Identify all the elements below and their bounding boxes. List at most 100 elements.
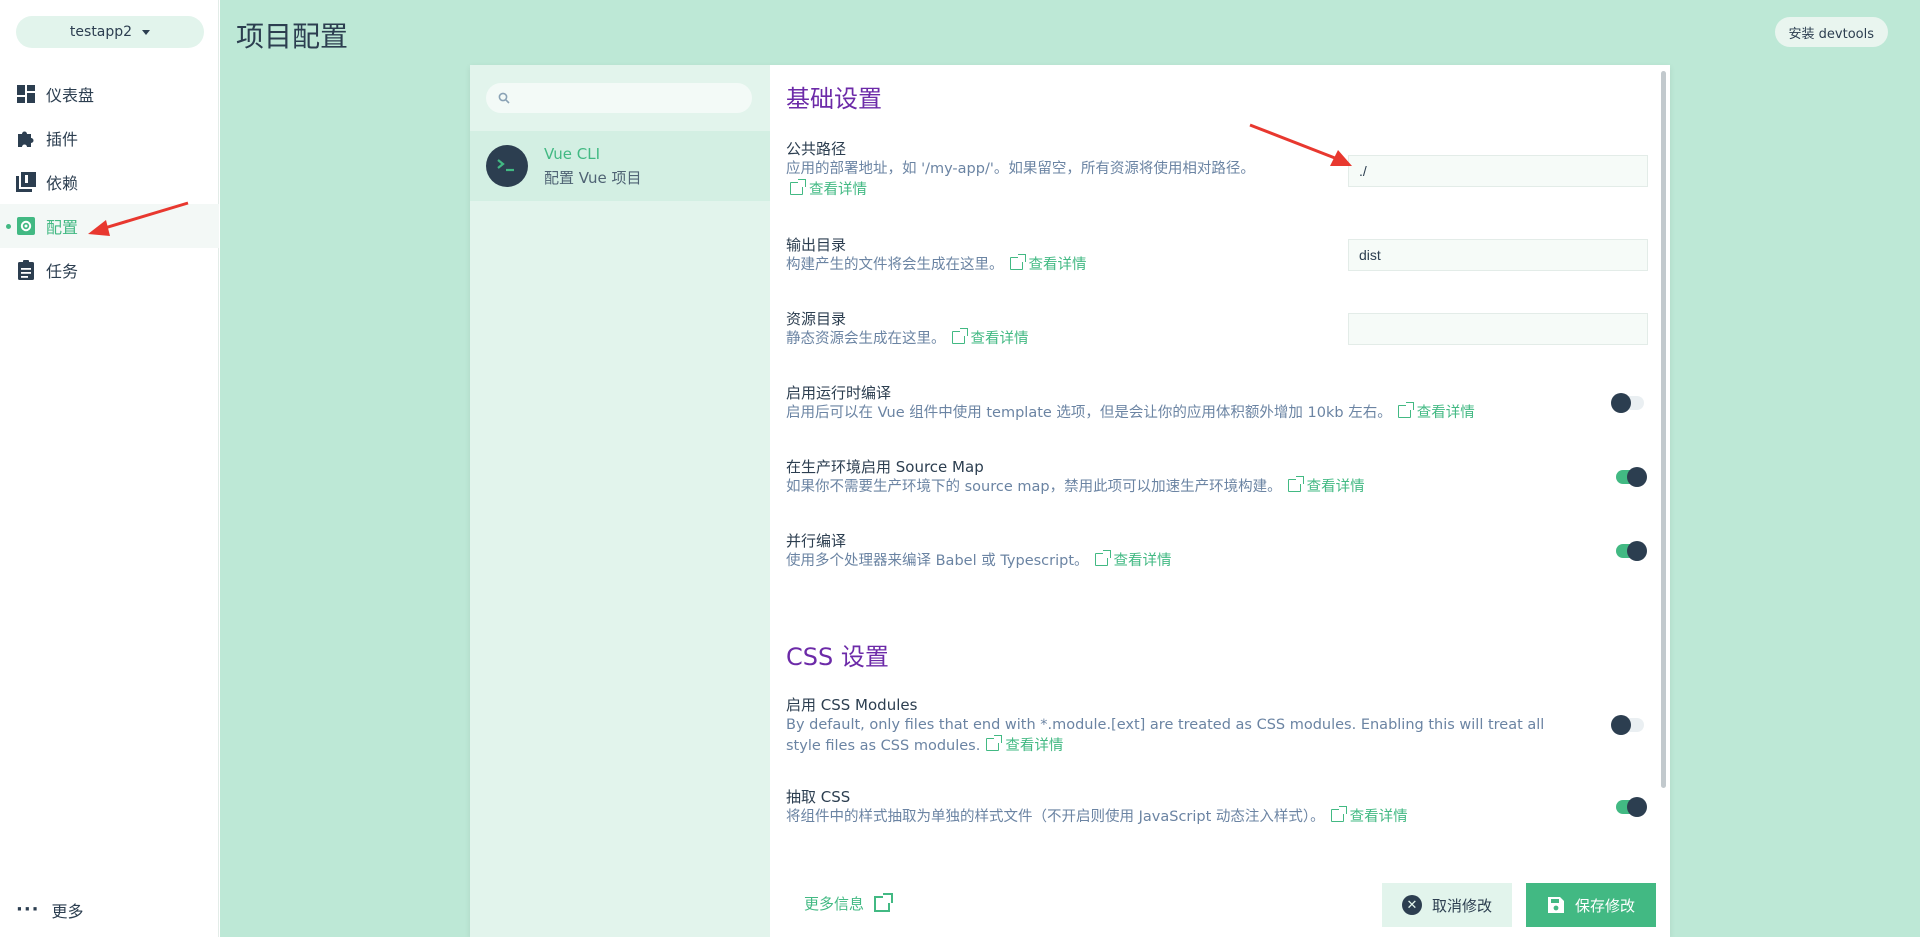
- external-link-icon: [790, 179, 806, 195]
- cancel-changes-button[interactable]: ✕ 取消修改: [1382, 883, 1512, 927]
- sidebar-item-label: 配置: [46, 218, 79, 237]
- plugin-item-vue-cli[interactable]: Vue CLI 配置 Vue 项目: [470, 131, 770, 201]
- row-label: 启用 CSS Modules: [786, 696, 918, 714]
- sidebar: testapp2 仪表盘 插件 依赖 配置 任务 ··· 更多: [0, 0, 219, 937]
- row-description: 启用后可以在 Vue 组件中使用 template 选项，但是会让你的应用体积额…: [786, 402, 1646, 424]
- more-label: 更多: [51, 902, 84, 921]
- config-footer: 更多信息 ✕ 取消修改 保存修改: [770, 867, 1670, 937]
- scrollbar[interactable]: [1661, 71, 1666, 788]
- source-map-toggle[interactable]: [1616, 467, 1647, 487]
- row-label: 在生产环境启用 Source Map: [786, 458, 984, 476]
- sidebar-item-label: 插件: [46, 130, 79, 149]
- link-label: 查看详情: [1306, 479, 1365, 495]
- row-description: 应用的部署地址，如 '/my-app/'。如果留空，所有资源将使用相对路径。查看…: [786, 159, 1316, 201]
- link-label: 查看详情: [1005, 738, 1064, 754]
- view-details-link[interactable]: 查看详情: [1330, 806, 1408, 825]
- install-devtools-button[interactable]: 安装 devtools: [1774, 17, 1888, 47]
- sidebar-item-configuration[interactable]: 配置: [0, 204, 219, 248]
- search-box: [486, 83, 752, 113]
- row-description-text: 使用多个处理器来编译 Babel 或 Typescript。: [786, 553, 1089, 569]
- sidebar-item-plugins[interactable]: 插件: [0, 116, 219, 160]
- toggle-knob: [1627, 541, 1647, 561]
- more-info-link[interactable]: 更多信息: [804, 892, 894, 914]
- save-changes-button[interactable]: 保存修改: [1526, 883, 1656, 927]
- toggle-knob: [1627, 467, 1647, 487]
- sidebar-item-tasks[interactable]: 任务: [0, 248, 219, 292]
- external-link-icon: [874, 892, 894, 912]
- plugin-description: 配置 Vue 项目: [544, 168, 642, 187]
- row-description-text: 静态资源会生成在这里。: [786, 331, 946, 347]
- row-description-text: 构建产生的文件将会生成在这里。: [786, 257, 1004, 273]
- row-description-text: 将组件中的样式抽取为单独的样式文件（不开启则使用 JavaScript 动态注入…: [786, 809, 1325, 825]
- external-link-icon: [1009, 254, 1026, 270]
- project-selector[interactable]: testapp2: [16, 16, 204, 48]
- search-input[interactable]: [516, 90, 736, 106]
- config-row-parallel: 并行编译 使用多个处理器来编译 Babel 或 Typescript。 查看详情: [786, 531, 1646, 572]
- active-indicator: [6, 224, 11, 229]
- save-label: 保存修改: [1574, 896, 1635, 915]
- css-modules-toggle[interactable]: [1611, 715, 1644, 735]
- toggle-knob: [1611, 715, 1631, 735]
- row-description-text: 如果你不需要生产环境下的 source map，禁用此项可以加速生产环境构建。: [786, 479, 1282, 495]
- external-link-icon: [1397, 402, 1414, 418]
- config-row-extract-css: 抽取 CSS 将组件中的样式抽取为单独的样式文件（不开启则使用 JavaScri…: [786, 787, 1646, 828]
- row-description: 使用多个处理器来编译 Babel 或 Typescript。 查看详情: [786, 550, 1646, 572]
- more-info-label: 更多信息: [804, 895, 865, 913]
- row-description: 将组件中的样式抽取为单独的样式文件（不开启则使用 JavaScript 动态注入…: [786, 806, 1646, 828]
- external-link-icon: [951, 328, 968, 344]
- config-row-runtime-compiler: 启用运行时编译 启用后可以在 Vue 组件中使用 template 选项，但是会…: [786, 383, 1646, 424]
- close-circle-icon: ✕: [1401, 895, 1422, 915]
- view-details-link[interactable]: 查看详情: [1287, 476, 1365, 495]
- view-details-link[interactable]: 查看详情: [1009, 254, 1087, 273]
- output-dir-input[interactable]: [1348, 239, 1648, 271]
- link-label: 查看详情: [970, 331, 1029, 347]
- sidebar-item-label: 仪表盘: [46, 86, 95, 105]
- row-description-text: 启用后可以在 Vue 组件中使用 template 选项，但是会让你的应用体积额…: [786, 405, 1392, 421]
- row-description-text: By default, only files that end with *.m…: [786, 717, 1545, 754]
- assets-dir-input[interactable]: [1348, 313, 1648, 345]
- save-icon: [1547, 896, 1565, 914]
- plugin-name: Vue CLI: [544, 144, 601, 163]
- config-panel: Vue CLI 配置 Vue 项目 基础设置 公共路径 应用的部署地址，如 '/…: [470, 65, 1670, 937]
- runtime-compiler-toggle[interactable]: [1611, 393, 1644, 413]
- view-details-link[interactable]: 查看详情: [986, 735, 1064, 754]
- row-description: By default, only files that end with *.m…: [786, 715, 1566, 757]
- toggle-knob: [1611, 393, 1631, 413]
- sidebar-item-label: 任务: [46, 262, 79, 281]
- view-details-link[interactable]: 查看详情: [1397, 402, 1475, 421]
- row-label: 抽取 CSS: [786, 788, 851, 806]
- cancel-label: 取消修改: [1431, 896, 1492, 915]
- config-row-source-map: 在生产环境启用 Source Map 如果你不需要生产环境下的 source m…: [786, 457, 1646, 498]
- sidebar-item-dashboard[interactable]: 仪表盘: [0, 72, 219, 116]
- extract-css-toggle[interactable]: [1616, 797, 1647, 817]
- sidebar-nav: 仪表盘 插件 依赖 配置 任务: [0, 72, 219, 292]
- view-details-link[interactable]: 查看详情: [1094, 550, 1172, 569]
- section-title-basic: 基础设置: [786, 85, 882, 113]
- settings-icon: [16, 216, 36, 236]
- sidebar-item-dependencies[interactable]: 依赖: [0, 160, 219, 204]
- project-name: testapp2: [69, 24, 133, 40]
- public-path-input[interactable]: [1348, 155, 1648, 187]
- clipboard-icon: [16, 260, 36, 280]
- external-link-icon: [1330, 806, 1347, 822]
- external-link-icon: [1094, 550, 1111, 566]
- terminal-icon: [486, 145, 528, 187]
- view-details-link[interactable]: 查看详情: [951, 328, 1029, 347]
- plugin-text: Vue CLI 配置 Vue 项目: [544, 145, 642, 188]
- row-label: 启用运行时编译: [786, 384, 892, 402]
- search-icon: [498, 89, 510, 108]
- parallel-toggle[interactable]: [1616, 541, 1647, 561]
- external-link-icon: [986, 735, 1003, 751]
- more-button[interactable]: ··· 更多: [16, 898, 84, 922]
- plugin-list: Vue CLI 配置 Vue 项目: [470, 65, 770, 937]
- link-label: 查看详情: [1349, 809, 1408, 825]
- page-title: 项目配置: [236, 20, 349, 53]
- row-description-text: 应用的部署地址，如 '/my-app/'。如果留空，所有资源将使用相对路径。: [786, 161, 1255, 177]
- view-details-link[interactable]: 查看详情: [790, 179, 867, 198]
- library-icon: [16, 172, 36, 192]
- toggle-knob: [1627, 797, 1647, 817]
- dashboard-icon: [16, 84, 36, 104]
- row-label: 并行编译: [786, 532, 847, 550]
- config-row-css-modules: 启用 CSS Modules By default, only files th…: [786, 695, 1646, 757]
- section-title-css: CSS 设置: [786, 643, 889, 671]
